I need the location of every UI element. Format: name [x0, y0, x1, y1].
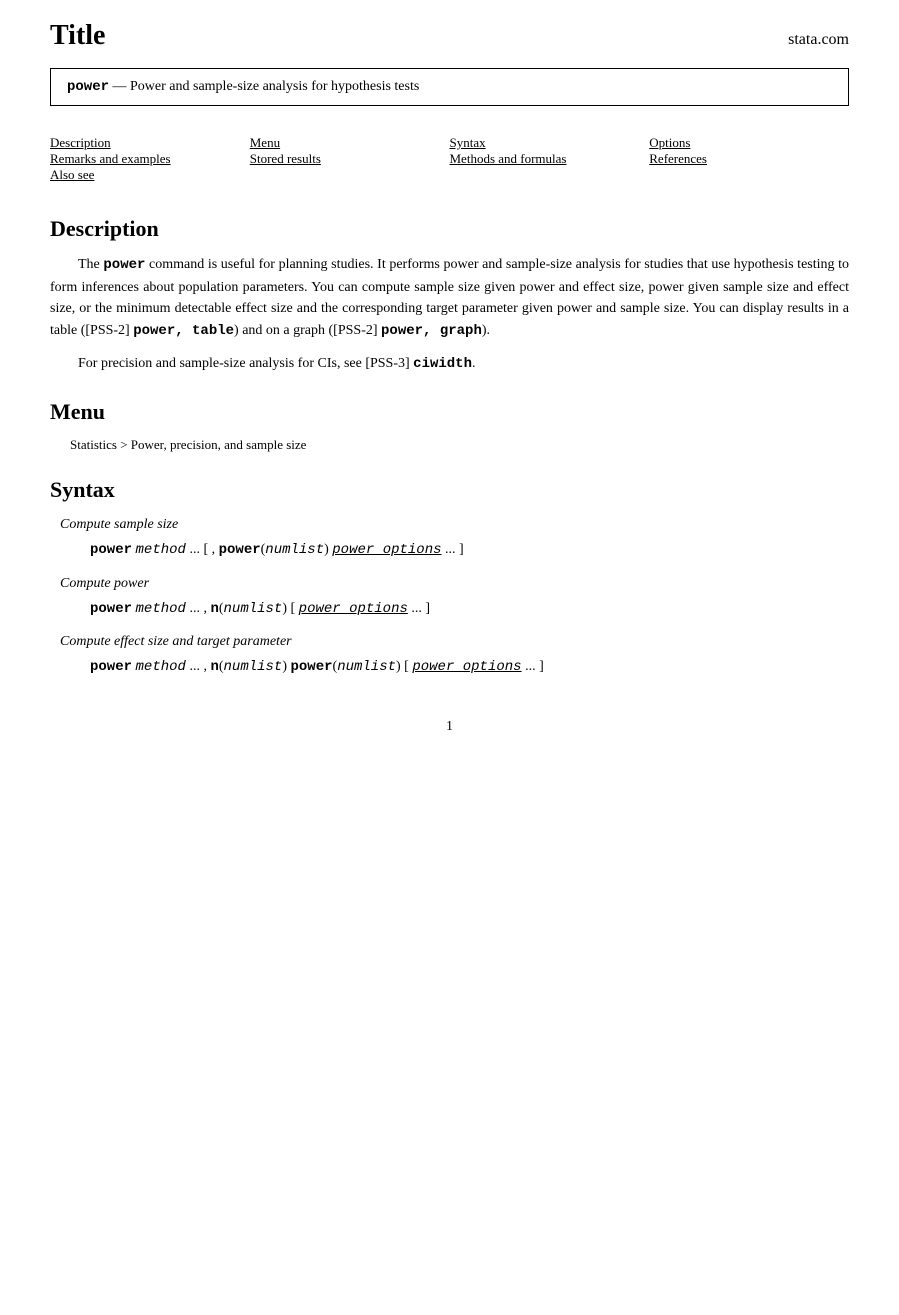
syntax-dots2-1: ... — [445, 542, 456, 557]
syntax-numlist-1: numlist — [265, 542, 324, 558]
syntax-comma-1: , — [212, 542, 216, 557]
syntax-bracket-open-2: [ — [291, 601, 296, 616]
description-para1: The power command is useful for planning… — [50, 254, 849, 343]
syntax-section: Syntax Compute sample size power method … — [50, 477, 849, 678]
power-table-ref: power, table — [133, 323, 234, 339]
description-heading: Description — [50, 216, 849, 242]
syntax-line-2: power method ... , n(numlist) [ power_op… — [90, 598, 849, 620]
syntax-cmd-2: power — [90, 601, 132, 617]
nav-references[interactable]: References — [649, 151, 849, 167]
nav-menu[interactable]: Menu — [250, 135, 450, 151]
syntax-numlist-power-3: numlist — [337, 659, 396, 675]
nav-description[interactable]: Description — [50, 135, 250, 151]
syntax-power-options-2: power_options — [299, 601, 408, 617]
nav-alsosee[interactable]: Also see — [50, 167, 250, 183]
syntax-arg-method-2: method — [136, 601, 186, 617]
command-name: power — [67, 79, 109, 95]
syntax-cmd-3: power — [90, 659, 132, 675]
syntax-arg-method-3: method — [136, 659, 186, 675]
description-section: Description The power command is useful … — [50, 216, 849, 375]
syntax-label-1: Compute sample size — [60, 517, 849, 533]
syntax-numlist-n-3: numlist — [224, 659, 283, 675]
syntax-comma-3: , — [203, 659, 207, 674]
syntax-cmd-1: power — [90, 542, 132, 558]
ciwidth-ref: ciwidth — [413, 356, 472, 372]
syntax-bracket-close-1: ] — [459, 542, 464, 557]
nav-syntax[interactable]: Syntax — [450, 135, 650, 151]
syntax-n-3: n — [210, 659, 218, 675]
syntax-dots3-2: ... — [411, 601, 422, 616]
nav-table: Description Remarks and examples Also se… — [50, 126, 849, 192]
syntax-line-1: power method ... [ , power(numlist) powe… — [90, 539, 849, 561]
nav-stored-results[interactable]: Stored results — [250, 151, 450, 167]
syntax-bracket-open-3: [ — [404, 659, 409, 674]
syntax-line-3: power method ... , n(numlist) power(numl… — [90, 656, 849, 678]
syntax-dots-2: ... — [189, 601, 200, 616]
syntax-dots-1: ... — [189, 542, 200, 557]
power-graph-ref: power, graph — [381, 323, 482, 339]
syntax-dots3-3: ... — [525, 659, 536, 674]
syntax-arg-method-1: method — [136, 542, 186, 558]
syntax-cmd-power-1: power — [219, 542, 261, 558]
syntax-label-2: Compute power — [60, 576, 849, 592]
nav-options[interactable]: Options — [649, 135, 849, 151]
syntax-dots-3: ... — [189, 659, 200, 674]
syntax-numlist-n-2: numlist — [224, 601, 283, 617]
syntax-bracket-close-2: ] — [425, 601, 430, 616]
syntax-power-options-3: power_options — [412, 659, 521, 675]
page-title: Title — [50, 20, 105, 52]
syntax-power-3: power — [291, 659, 333, 675]
nav-methods[interactable]: Methods and formulas — [450, 151, 650, 167]
menu-section: Menu Statistics > Power, precision, and … — [50, 399, 849, 453]
syntax-n-2: n — [210, 601, 218, 617]
power-cmd-inline: power — [103, 257, 145, 273]
description-para2: For precision and sample-size analysis f… — [50, 353, 849, 376]
syntax-heading: Syntax — [50, 477, 849, 503]
syntax-bracket-open-1: [ — [203, 542, 208, 557]
title-box: power — Power and sample-size analysis f… — [50, 68, 849, 106]
syntax-comma-2: , — [203, 601, 207, 616]
syntax-label-3: Compute effect size and target parameter — [60, 634, 849, 650]
stata-logo: stata.com — [788, 31, 849, 49]
page-header: Title stata.com — [50, 20, 849, 52]
menu-path: Statistics > Power, precision, and sampl… — [70, 437, 849, 453]
syntax-power-options-1: power_options — [332, 542, 441, 558]
page-number: 1 — [446, 719, 453, 734]
syntax-bracket-close-3: ] — [539, 659, 544, 674]
menu-heading: Menu — [50, 399, 849, 425]
nav-remarks[interactable]: Remarks and examples — [50, 151, 250, 167]
title-box-content: power — Power and sample-size analysis f… — [67, 79, 419, 94]
page-footer: 1 — [50, 719, 849, 735]
